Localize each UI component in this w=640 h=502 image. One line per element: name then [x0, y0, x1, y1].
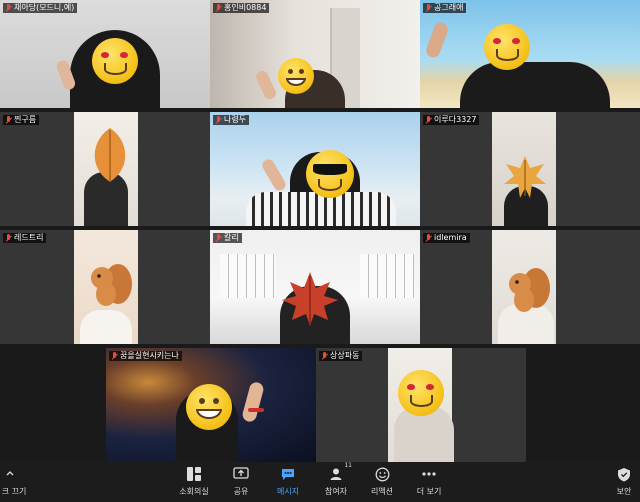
video-feed [106, 348, 316, 462]
mic-muted-icon [215, 3, 222, 13]
participant-name-label: 홍인비0884 [213, 3, 270, 13]
participant-name-label: 채아당(모드니,예) [3, 3, 78, 13]
reactions-icon [373, 465, 391, 483]
video-feed [0, 230, 210, 344]
participant-name-label: 상상파동 [319, 351, 363, 361]
participant-count-badge: 11 [344, 462, 352, 469]
heart-eyes-emoji-icon [398, 370, 444, 416]
stop-video-button[interactable]: 크 끄기 [0, 465, 38, 497]
mic-muted-icon [215, 233, 222, 243]
chat-icon [279, 465, 297, 483]
mic-muted-icon [111, 351, 118, 361]
video-tile-p9[interactable]: idlemira [420, 230, 640, 344]
breakout-rooms-button[interactable]: 소회의실 [170, 465, 218, 497]
video-tile-p11[interactable]: 상상파동 [316, 348, 526, 462]
maple-leaf-filter-icon [280, 270, 340, 326]
grinning-emoji-icon [186, 384, 232, 430]
mic-muted-icon [425, 115, 432, 125]
security-button[interactable]: 보안 [600, 465, 640, 497]
participants-icon: 11 [327, 462, 352, 483]
squirrel-filter-icon [88, 258, 132, 308]
share-screen-icon [232, 465, 250, 483]
mic-muted-icon [321, 351, 328, 361]
autumn-leaf-filter-icon [92, 126, 128, 184]
video-feed [210, 112, 420, 226]
video-tile-p8[interactable]: 칼리 [210, 230, 420, 344]
share-screen-label: 공유 [233, 487, 249, 496]
grinning-emoji-icon [278, 58, 314, 94]
mic-muted-icon [5, 233, 12, 243]
reactions-button[interactable]: 리액션 [358, 465, 406, 497]
share-screen-button[interactable]: 공유 [217, 465, 265, 497]
video-feed [210, 0, 420, 108]
chevron-up-icon [5, 465, 23, 483]
mic-muted-icon [425, 3, 432, 13]
video-feed [210, 230, 420, 344]
security-label: 보안 [616, 487, 632, 496]
more-icon [420, 465, 438, 483]
video-tile-p10[interactable]: 꿈을실현시키는나 [106, 348, 316, 462]
meeting-toolbar: 크 끄기 소회의실 공유 메시지 11 참여자 리액션 더 보기 보안 [0, 462, 640, 502]
breakout-rooms-label: 소회의실 [179, 487, 209, 496]
video-feed [420, 0, 640, 108]
video-tile-p7[interactable]: 레드트리 [0, 230, 210, 344]
video-tile-p3[interactable]: 공그래애 [420, 0, 640, 108]
squirrel-filter-icon [504, 264, 552, 314]
participant-name-label: 찐구름 [3, 115, 40, 125]
video-tile-p1[interactable]: 채아당(모드니,예) [0, 0, 210, 108]
participant-name-label: 나령두 [213, 115, 250, 125]
participants-button[interactable]: 11 참여자 [312, 462, 360, 497]
video-feed [316, 348, 526, 462]
participant-name-label: 공그래애 [423, 3, 467, 13]
participant-name-label: 칼리 [213, 233, 242, 243]
video-tile-p5[interactable]: 나령두 [210, 112, 420, 226]
mic-muted-icon [215, 115, 222, 125]
video-feed [0, 0, 210, 108]
heart-eyes-emoji-icon [484, 24, 530, 70]
participants-label: 참여자 [324, 487, 348, 496]
participant-name-label: 레드트리 [3, 233, 47, 243]
shield-icon [615, 465, 633, 483]
mic-muted-icon [5, 3, 12, 13]
participant-name-label: 꿈을실현시키는나 [109, 351, 182, 361]
video-tile-p6[interactable]: 이루다3327 [420, 112, 640, 226]
stop-video-label: 크 끄기 [1, 487, 27, 496]
video-tile-p4[interactable]: 찐구름 [0, 112, 210, 226]
participant-name-label: idlemira [423, 233, 470, 243]
more-label: 더 보기 [416, 487, 442, 496]
sunglasses-emoji-icon [306, 150, 354, 198]
heart-eyes-emoji-icon [92, 38, 138, 84]
video-tile-p2[interactable]: 홍인비0884 [210, 0, 420, 108]
video-feed [0, 112, 210, 226]
more-button[interactable]: 더 보기 [405, 465, 453, 497]
mic-muted-icon [425, 233, 432, 243]
chat-label: 메시지 [276, 487, 300, 496]
video-feed [420, 230, 640, 344]
mic-muted-icon [5, 115, 12, 125]
participant-name-label: 이루다3327 [423, 115, 480, 125]
video-feed [420, 112, 640, 226]
reactions-label: 리액션 [370, 487, 394, 496]
breakout-rooms-icon [185, 465, 203, 483]
autumn-leaf-filter-icon [502, 154, 548, 200]
chat-button[interactable]: 메시지 [264, 465, 312, 497]
